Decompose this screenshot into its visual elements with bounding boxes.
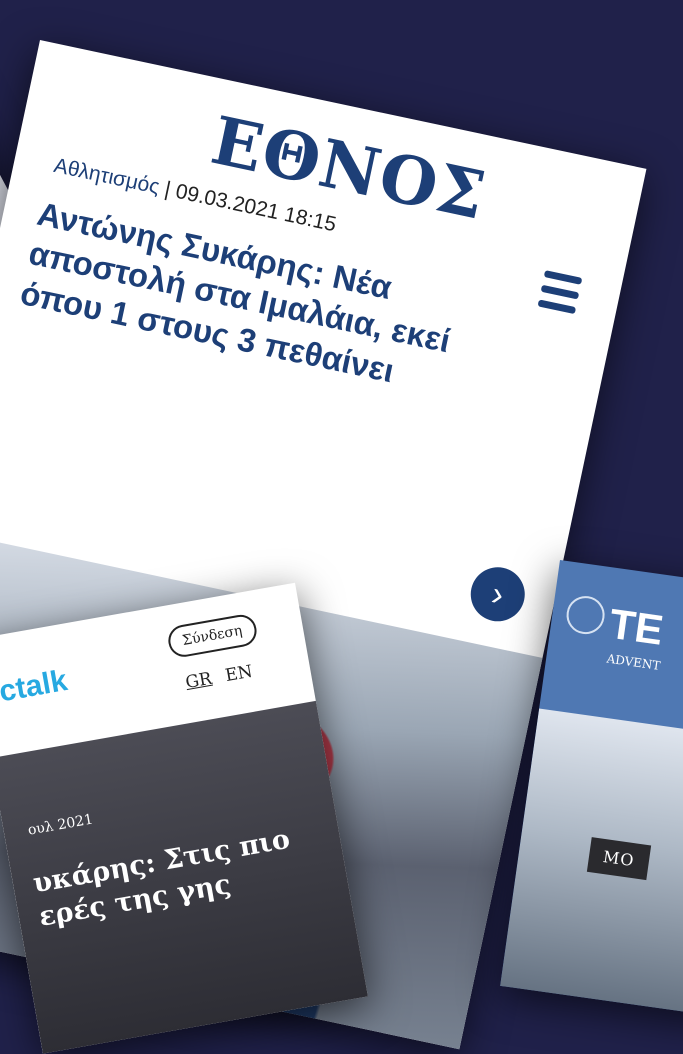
article-category[interactable]: Αθλητισμός <box>52 154 162 199</box>
language-switch: GR EN <box>184 662 254 693</box>
login-button[interactable]: Σύνδεση <box>165 612 259 660</box>
adventure-logo[interactable]: TE <box>606 600 666 655</box>
next-arrow-button[interactable]: › <box>465 562 530 627</box>
adventure-subtitle: ADVENT <box>605 651 662 673</box>
lang-en-link[interactable]: EN <box>224 662 254 686</box>
emblem-icon <box>564 593 608 637</box>
ctalk-logo[interactable]: ctalk <box>0 664 70 709</box>
chevron-right-icon: › <box>488 574 508 614</box>
lang-gr-link[interactable]: GR <box>184 669 213 693</box>
